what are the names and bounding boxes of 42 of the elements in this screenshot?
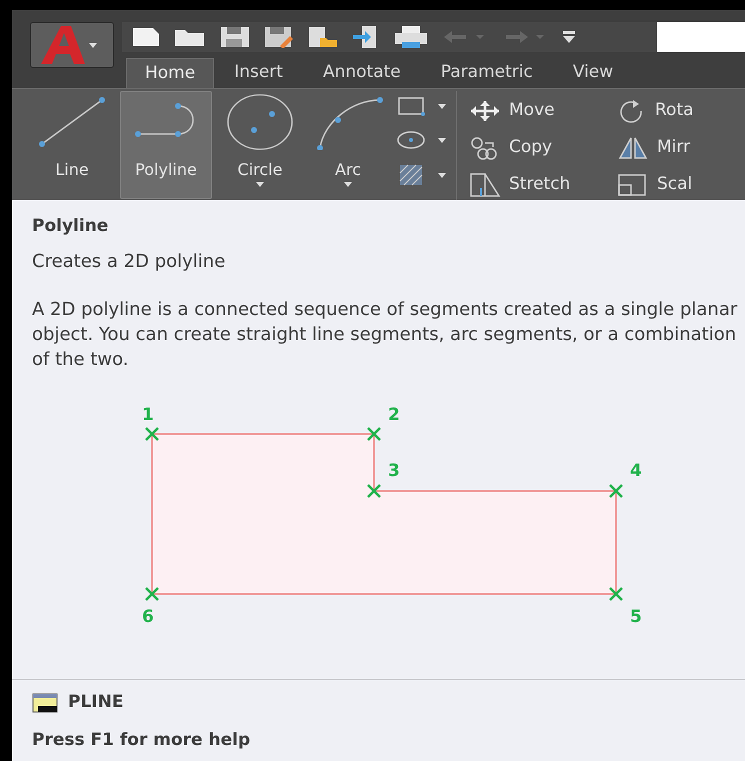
ribbon-tool-button[interactable]: Circle bbox=[220, 91, 300, 199]
rectangle-tool-button[interactable] bbox=[396, 95, 446, 117]
ribbon-tab[interactable]: Home bbox=[126, 58, 214, 88]
modify-tool-button[interactable]: Rota bbox=[617, 97, 694, 125]
caret-icon bbox=[438, 172, 446, 178]
move-arrows-icon bbox=[469, 100, 501, 122]
tooltip-description: A 2D polyline is a connected sequence of segments created as a single planar object. You can create straight line segments, arc segments, or a combination of the two. bbox=[32, 298, 738, 372]
ribbon-tool-button[interactable]: Arc bbox=[308, 91, 388, 199]
application-menu-button[interactable] bbox=[30, 22, 114, 68]
mirror-icon bbox=[617, 136, 649, 160]
command-name: PLINE bbox=[68, 691, 124, 714]
scale-icon bbox=[617, 173, 649, 197]
caret-icon bbox=[438, 104, 446, 108]
modify-tool-button[interactable]: Stretch bbox=[469, 171, 617, 199]
stretch-icon bbox=[469, 172, 501, 198]
ribbon-tab[interactable]: Parametric bbox=[420, 58, 553, 88]
open-from-web-icon[interactable] bbox=[308, 26, 338, 48]
modify-tool-button[interactable]: Scal bbox=[617, 171, 694, 199]
ribbon-tab[interactable]: View bbox=[552, 58, 634, 88]
ribbon-tool-button[interactable]: Line bbox=[32, 91, 112, 199]
line-icon bbox=[36, 94, 108, 150]
ellipse-icon bbox=[396, 129, 426, 151]
ribbon-tab[interactable]: Annotate bbox=[302, 58, 421, 88]
print-icon[interactable] bbox=[394, 25, 428, 49]
caret-icon bbox=[438, 138, 446, 142]
command-window-icon bbox=[32, 692, 58, 713]
save-as-icon[interactable] bbox=[264, 26, 294, 48]
open-folder-icon[interactable] bbox=[174, 27, 206, 47]
new-file-icon[interactable] bbox=[132, 27, 160, 47]
modify-tool-button[interactable]: Copy bbox=[469, 134, 617, 162]
ribbon-tab[interactable]: Insert bbox=[214, 58, 303, 88]
help-hint: Press F1 for more help bbox=[32, 728, 252, 752]
app-logo-icon bbox=[39, 24, 87, 66]
ribbon-tool-button[interactable]: Polyline bbox=[120, 91, 212, 199]
save-icon[interactable] bbox=[220, 26, 250, 48]
modify-tool-button[interactable]: Mirr bbox=[617, 134, 694, 162]
tooltip-summary: Creates a 2D polyline bbox=[32, 250, 226, 274]
customize-toolbar-icon[interactable] bbox=[562, 30, 576, 44]
rectangle-icon bbox=[396, 95, 426, 117]
tooltip-title: Polyline bbox=[32, 215, 110, 238]
ellipse-tool-button[interactable] bbox=[396, 129, 446, 151]
modify-tool-button[interactable]: Move bbox=[469, 97, 617, 125]
